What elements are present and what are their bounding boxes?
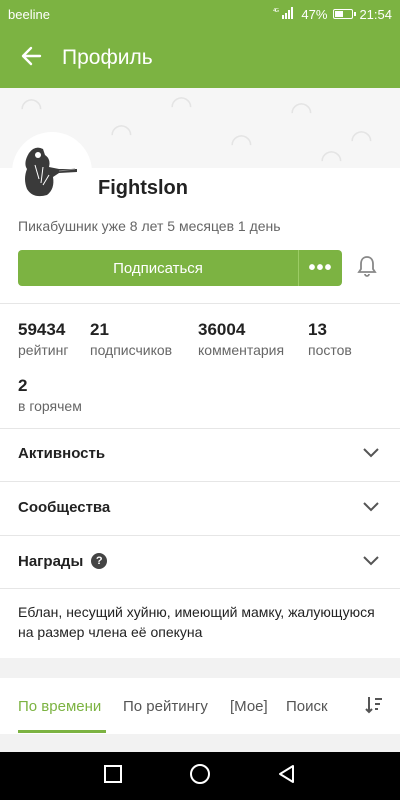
- stat-label: постов: [308, 342, 352, 358]
- stat-posts[interactable]: 13 постов: [308, 320, 352, 358]
- bell-button[interactable]: [352, 250, 382, 286]
- tab-search[interactable]: Поиск: [286, 698, 328, 715]
- system-nav-bar: [0, 752, 400, 800]
- home-button[interactable]: [180, 756, 220, 796]
- clock: 21:54: [359, 6, 392, 22]
- section-title: Активность: [18, 444, 106, 462]
- bell-icon: [357, 255, 377, 282]
- stat-label: подписчиков: [90, 342, 173, 358]
- battery-percent: 47%: [301, 6, 328, 22]
- stat-label: в горячем: [18, 398, 82, 414]
- profile-bio: Еблан, несущий хуйню, имеющий мамку, жал…: [18, 604, 375, 640]
- active-tab-indicator: [18, 730, 106, 733]
- square-icon: [104, 764, 123, 788]
- tab-mine[interactable]: [Мое]: [230, 698, 268, 715]
- stat-comments[interactable]: 36004 комментария: [198, 320, 284, 358]
- section-awards[interactable]: Награды ?: [0, 535, 400, 587]
- chevron-down-icon: [362, 497, 380, 520]
- chevron-down-icon: [362, 551, 380, 574]
- page-title: Профиль: [62, 46, 153, 69]
- more-button[interactable]: •••: [298, 250, 342, 286]
- status-bar: beeline 4G 47% 21:54: [0, 0, 400, 28]
- triangle-back-icon: [277, 764, 297, 789]
- sort-icon: [364, 697, 384, 720]
- arrow-left-icon: [20, 45, 42, 72]
- subscribe-row: Подписаться •••: [18, 250, 382, 286]
- stat-value: 13: [308, 320, 327, 339]
- recent-apps-button[interactable]: [93, 756, 133, 796]
- stat-value: 36004: [198, 320, 246, 339]
- signal-icon: 4G: [273, 6, 295, 22]
- stat-value: 2: [18, 376, 28, 395]
- profile-nickname: Fightslon: [98, 177, 188, 199]
- content-start: [0, 734, 400, 752]
- stat-value: 59434: [18, 320, 66, 339]
- stat-subscribers[interactable]: 21 подписчиков: [90, 320, 172, 358]
- circle-icon: [189, 763, 211, 790]
- section-title: Сообщества: [18, 498, 111, 516]
- help-icon[interactable]: ?: [91, 553, 108, 569]
- stat-value: 21: [90, 320, 109, 339]
- member-since: Пикабушник уже 8 лет 5 месяцев 1 день: [18, 218, 281, 234]
- sort-button[interactable]: [364, 694, 384, 721]
- separator-band: [0, 658, 400, 678]
- subscribe-button[interactable]: Подписаться: [18, 250, 298, 286]
- stat-label: комментария: [198, 342, 285, 358]
- stat-hot[interactable]: 2 в горячем: [18, 376, 82, 414]
- post-tabs: По времени По рейтингу [Мое] Поиск: [0, 678, 400, 734]
- chevron-down-icon: [362, 443, 380, 466]
- back-nav-button[interactable]: [267, 756, 307, 796]
- battery-icon: [333, 9, 357, 19]
- back-button[interactable]: [0, 28, 62, 88]
- stat-label: рейтинг: [18, 342, 69, 358]
- divider: [0, 303, 400, 304]
- svg-text:4G: 4G: [273, 8, 279, 14]
- stat-rating: 59434 рейтинг: [18, 320, 68, 358]
- divider: [0, 588, 400, 589]
- tab-by-rating[interactable]: По рейтингу: [123, 698, 208, 715]
- tab-by-time[interactable]: По времени: [18, 698, 101, 715]
- section-communities[interactable]: Сообщества: [0, 481, 400, 533]
- app-bar: Профиль: [0, 28, 400, 88]
- avatar[interactable]: [12, 132, 92, 212]
- carrier-name: beeline: [8, 6, 50, 22]
- section-title: Награды: [18, 552, 84, 570]
- section-activity[interactable]: Активность: [0, 427, 400, 479]
